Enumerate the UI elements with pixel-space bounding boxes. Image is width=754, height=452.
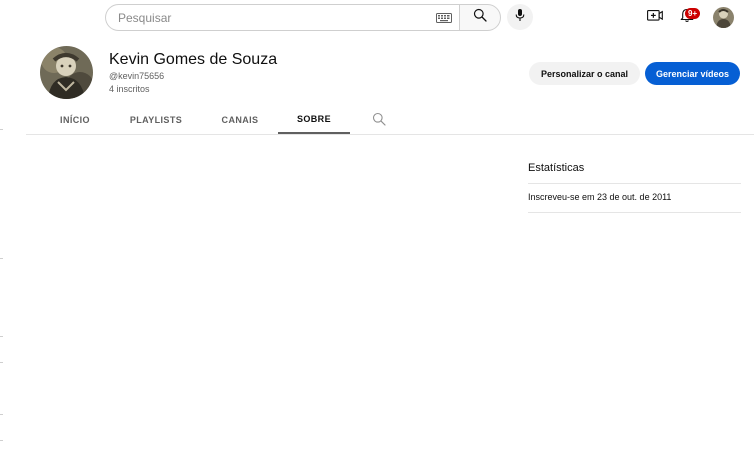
stats-title: Estatísticas	[528, 162, 585, 174]
tab-channels[interactable]: CANAIS	[207, 106, 273, 134]
tab-home[interactable]: INÍCIO	[42, 106, 108, 134]
tab-playlists[interactable]: PLAYLISTS	[120, 106, 192, 134]
edge-tick	[0, 336, 3, 337]
channel-avatar	[40, 46, 93, 99]
channel-name: Kevin Gomes de Souza	[109, 51, 278, 68]
search-icon	[473, 8, 487, 27]
account-avatar[interactable]	[713, 7, 734, 28]
customize-channel-button[interactable]: Personalizar o canal	[529, 62, 640, 85]
tab-about[interactable]: SOBRE	[278, 106, 350, 134]
edge-tick	[0, 258, 3, 259]
tabs-divider	[26, 134, 754, 135]
edge-tick	[0, 362, 3, 363]
edge-tick	[0, 414, 3, 415]
stats-divider	[528, 183, 741, 184]
edge-tick	[0, 129, 3, 130]
edge-tick	[0, 440, 3, 441]
keyboard-icon[interactable]	[436, 12, 452, 23]
manage-videos-button[interactable]: Gerenciar vídeos	[645, 62, 740, 85]
channel-search-icon[interactable]	[372, 112, 386, 126]
video-add-icon	[647, 9, 663, 27]
channel-handle: @kevin75656	[109, 71, 165, 81]
joined-date: Inscreveu-se em 23 de out. de 2011	[528, 192, 672, 202]
stats-divider	[528, 212, 741, 213]
voice-search-button[interactable]	[507, 4, 533, 30]
microphone-icon	[514, 8, 526, 27]
search-box[interactable]	[105, 4, 460, 31]
create-video-button[interactable]	[644, 7, 666, 29]
subscriber-count: 4 inscritos	[109, 84, 150, 94]
search-input[interactable]	[106, 5, 436, 30]
search-button[interactable]	[459, 4, 501, 31]
notification-count-badge: 9+	[685, 8, 701, 19]
